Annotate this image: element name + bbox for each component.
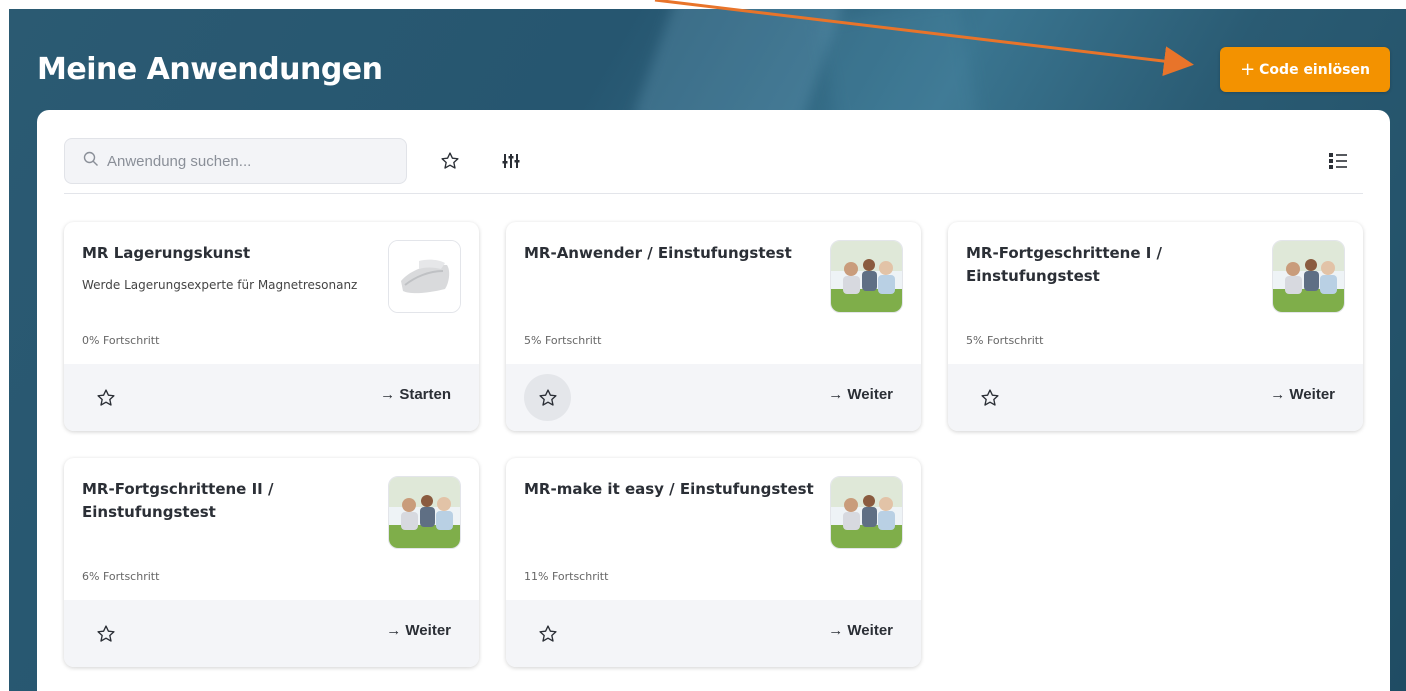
- arrow-right-icon: →: [380, 386, 400, 403]
- card-action-button[interactable]: → Weiter: [1270, 386, 1335, 403]
- favorite-star-icon[interactable]: [524, 374, 571, 421]
- application-card[interactable]: MR-make it easy / Einstufungstest 11% Fo…: [506, 458, 921, 667]
- card-title: MR-Fortgeschrittene I / Einstufungstest: [966, 244, 1163, 285]
- card-footer: → Weiter: [506, 600, 921, 667]
- arrow-right-icon: →: [1270, 386, 1290, 403]
- redeem-code-label: Code einlösen: [1259, 61, 1370, 78]
- application-card[interactable]: MR-Fortgschrittene II / Einstufungstest …: [64, 458, 479, 667]
- card-action-button[interactable]: → Starten: [380, 386, 451, 403]
- card-progress: 11% Fortschritt: [524, 570, 609, 583]
- card-title: MR Lagerungskunst: [82, 244, 251, 262]
- pillow-image: [388, 240, 461, 313]
- search-input[interactable]: [107, 152, 377, 170]
- filter-sliders-icon[interactable]: [498, 148, 524, 174]
- card-description: Werde Lagerungsexperte für Magnetresonan…: [82, 278, 358, 292]
- card-action-button[interactable]: → Weiter: [386, 622, 451, 639]
- toolbar: [64, 138, 1363, 194]
- application-card[interactable]: MR Lagerungskunst Werde Lagerungsexperte…: [64, 222, 479, 431]
- people-photo: [830, 240, 903, 313]
- redeem-code-button[interactable]: + Code einlösen: [1220, 47, 1390, 92]
- card-action-label: Weiter: [847, 622, 893, 639]
- favorite-star-icon[interactable]: [966, 374, 1013, 421]
- favorite-star-icon[interactable]: [524, 610, 571, 657]
- card-title: MR-make it easy / Einstufungstest: [524, 480, 814, 498]
- arrow-right-icon: →: [386, 622, 406, 639]
- card-action-label: Weiter: [847, 386, 893, 403]
- card-action-label: Starten: [399, 386, 451, 403]
- favorites-filter-star-icon[interactable]: [437, 148, 463, 174]
- search-icon: [83, 151, 99, 171]
- people-photo: [1272, 240, 1345, 313]
- list-view-icon[interactable]: [1325, 148, 1351, 174]
- card-progress: 5% Fortschritt: [524, 334, 602, 347]
- card-footer: → Weiter: [948, 364, 1363, 431]
- card-footer: → Starten: [64, 364, 479, 431]
- card-action-label: Weiter: [1289, 386, 1335, 403]
- favorite-star-icon[interactable]: [82, 374, 129, 421]
- application-card[interactable]: MR-Anwender / Einstufungstest 5% Fortsch…: [506, 222, 921, 431]
- card-footer: → Weiter: [64, 600, 479, 667]
- search-box[interactable]: [64, 138, 407, 184]
- card-action-button[interactable]: → Weiter: [828, 386, 893, 403]
- card-action-label: Weiter: [405, 622, 451, 639]
- card-title: MR-Anwender / Einstufungstest: [524, 244, 792, 262]
- card-title: MR-Fortgschrittene II / Einstufungstest: [82, 480, 274, 521]
- card-action-button[interactable]: → Weiter: [828, 622, 893, 639]
- card-progress: 5% Fortschritt: [966, 334, 1044, 347]
- people-photo: [388, 476, 461, 549]
- applications-panel: MR Lagerungskunst Werde Lagerungsexperte…: [37, 110, 1390, 691]
- card-progress: 6% Fortschritt: [82, 570, 160, 583]
- card-footer: → Weiter: [506, 364, 921, 431]
- people-photo: [830, 476, 903, 549]
- card-progress: 0% Fortschritt: [82, 334, 160, 347]
- favorite-star-icon[interactable]: [82, 610, 129, 657]
- plus-icon: +: [1240, 58, 1256, 80]
- arrow-right-icon: →: [828, 622, 848, 639]
- application-card[interactable]: MR-Fortgeschrittene I / Einstufungstest …: [948, 222, 1363, 431]
- arrow-right-icon: →: [828, 386, 848, 403]
- page-title: Meine Anwendungen: [37, 52, 383, 87]
